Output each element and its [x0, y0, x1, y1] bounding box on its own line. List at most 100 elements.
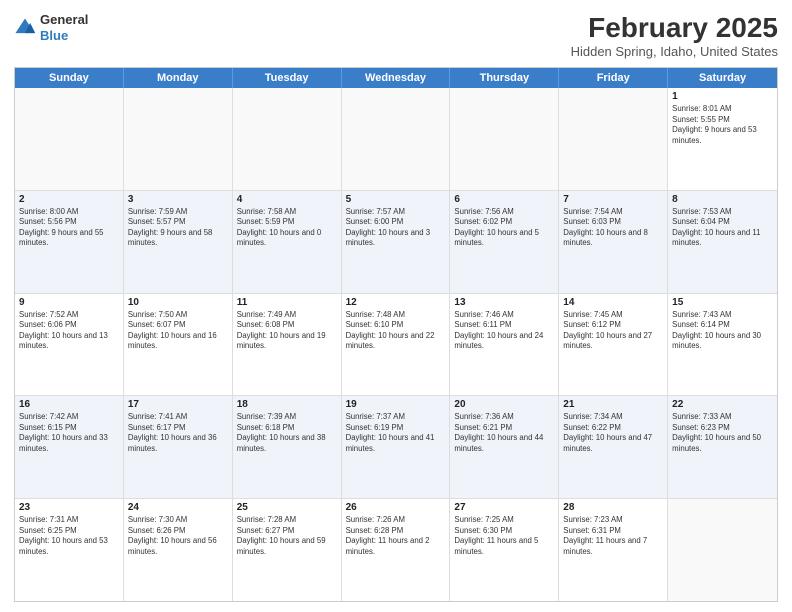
calendar-cell-r5c7 — [668, 499, 777, 601]
calendar-cell-r5c1: 23 Sunrise: 7:31 AM Sunset: 6:25 PM Dayli… — [15, 499, 124, 601]
day-number: 6 — [454, 194, 554, 205]
calendar-cell-r4c7: 22 Sunrise: 7:33 AM Sunset: 6:23 PM Dayli… — [668, 396, 777, 498]
calendar-cell-r1c7: 1 Sunrise: 8:01 AM Sunset: 5:55 PM Daylig… — [668, 88, 777, 190]
calendar-cell-r4c5: 20Sunrise: 7:36 AM Sunset: 6:21 PM Dayli… — [450, 396, 559, 498]
calendar-row-5: 23 Sunrise: 7:31 AM Sunset: 6:25 PM Dayli… — [15, 499, 777, 601]
header-day-thursday: Thursday — [450, 68, 559, 88]
calendar-cell-r4c2: 17 Sunrise: 7:41 AM Sunset: 6:17 PM Dayli… — [124, 396, 233, 498]
header-day-wednesday: Wednesday — [342, 68, 451, 88]
cell-sun-info: Sunrise: 7:53 AM Sunset: 6:04 PM Dayligh… — [672, 207, 773, 249]
calendar-cell-r2c4: 5Sunrise: 7:57 AM Sunset: 6:00 PM Daylig… — [342, 191, 451, 293]
calendar-cell-r4c3: 18 Sunrise: 7:39 AM Sunset: 6:18 PM Dayli… — [233, 396, 342, 498]
day-number: 22 — [672, 399, 773, 410]
calendar-cell-r1c3 — [233, 88, 342, 190]
calendar-cell-r2c3: 4 Sunrise: 7:58 AM Sunset: 5:59 PM Daylig… — [233, 191, 342, 293]
logo-text: General Blue — [40, 12, 88, 43]
calendar-cell-r5c4: 26 Sunrise: 7:26 AM Sunset: 6:28 PM Dayli… — [342, 499, 451, 601]
cell-sun-info: Sunrise: 7:54 AM Sunset: 6:03 PM Dayligh… — [563, 207, 663, 249]
calendar-cell-r1c6 — [559, 88, 668, 190]
calendar-cell-r3c4: 12Sunrise: 7:48 AM Sunset: 6:10 PM Dayli… — [342, 294, 451, 396]
calendar-cell-r3c7: 15Sunrise: 7:43 AM Sunset: 6:14 PM Dayli… — [668, 294, 777, 396]
day-number: 18 — [237, 399, 337, 410]
calendar-cell-r4c4: 19Sunrise: 7:37 AM Sunset: 6:19 PM Dayli… — [342, 396, 451, 498]
logo-icon — [14, 17, 36, 39]
calendar-row-2: 2 Sunrise: 8:00 AM Sunset: 5:56 PM Daylig… — [15, 191, 777, 294]
calendar-cell-r2c2: 3 Sunrise: 7:59 AM Sunset: 5:57 PM Daylig… — [124, 191, 233, 293]
cell-sun-info: Sunrise: 7:42 AM Sunset: 6:15 PM Dayligh… — [19, 412, 119, 454]
calendar-cell-r3c3: 11 Sunrise: 7:49 AM Sunset: 6:08 PM Dayli… — [233, 294, 342, 396]
header: General Blue February 2025 Hidden Spring… — [14, 12, 778, 59]
cell-sun-info: Sunrise: 7:36 AM Sunset: 6:21 PM Dayligh… — [454, 412, 554, 454]
calendar: SundayMondayTuesdayWednesdayThursdayFrid… — [14, 67, 778, 602]
logo: General Blue — [14, 12, 88, 43]
day-number: 7 — [563, 194, 663, 205]
cell-sun-info: Sunrise: 7:52 AM Sunset: 6:06 PM Dayligh… — [19, 310, 119, 352]
cell-sun-info: Sunrise: 8:01 AM Sunset: 5:55 PM Dayligh… — [672, 104, 773, 146]
header-day-tuesday: Tuesday — [233, 68, 342, 88]
calendar-cell-r4c1: 16 Sunrise: 7:42 AM Sunset: 6:15 PM Dayli… — [15, 396, 124, 498]
day-number: 17 — [128, 399, 228, 410]
day-number: 1 — [672, 91, 773, 102]
calendar-row-1: 1 Sunrise: 8:01 AM Sunset: 5:55 PM Daylig… — [15, 88, 777, 191]
header-day-sunday: Sunday — [15, 68, 124, 88]
day-number: 21 — [563, 399, 663, 410]
cell-sun-info: Sunrise: 7:23 AM Sunset: 6:31 PM Dayligh… — [563, 515, 663, 557]
cell-sun-info: Sunrise: 7:46 AM Sunset: 6:11 PM Dayligh… — [454, 310, 554, 352]
calendar-row-4: 16 Sunrise: 7:42 AM Sunset: 6:15 PM Dayli… — [15, 396, 777, 499]
calendar-cell-r1c4 — [342, 88, 451, 190]
day-number: 10 — [128, 297, 228, 308]
cell-sun-info: Sunrise: 7:33 AM Sunset: 6:23 PM Dayligh… — [672, 412, 773, 454]
cell-sun-info: Sunrise: 7:43 AM Sunset: 6:14 PM Dayligh… — [672, 310, 773, 352]
day-number: 28 — [563, 502, 663, 513]
cell-sun-info: Sunrise: 7:37 AM Sunset: 6:19 PM Dayligh… — [346, 412, 446, 454]
cell-sun-info: Sunrise: 7:28 AM Sunset: 6:27 PM Dayligh… — [237, 515, 337, 557]
day-number: 9 — [19, 297, 119, 308]
logo-general: General — [40, 12, 88, 28]
calendar-cell-r3c6: 14 Sunrise: 7:45 AM Sunset: 6:12 PM Dayli… — [559, 294, 668, 396]
calendar-cell-r5c3: 25 Sunrise: 7:28 AM Sunset: 6:27 PM Dayli… — [233, 499, 342, 601]
day-number: 25 — [237, 502, 337, 513]
header-day-monday: Monday — [124, 68, 233, 88]
day-number: 11 — [237, 297, 337, 308]
header-day-friday: Friday — [559, 68, 668, 88]
calendar-location: Hidden Spring, Idaho, United States — [571, 44, 778, 59]
calendar-cell-r2c7: 8 Sunrise: 7:53 AM Sunset: 6:04 PM Daylig… — [668, 191, 777, 293]
day-number: 16 — [19, 399, 119, 410]
calendar-cell-r2c6: 7 Sunrise: 7:54 AM Sunset: 6:03 PM Daylig… — [559, 191, 668, 293]
cell-sun-info: Sunrise: 7:41 AM Sunset: 6:17 PM Dayligh… — [128, 412, 228, 454]
calendar-header: SundayMondayTuesdayWednesdayThursdayFrid… — [15, 68, 777, 88]
calendar-row-3: 9 Sunrise: 7:52 AM Sunset: 6:06 PM Daylig… — [15, 294, 777, 397]
calendar-cell-r2c5: 6 Sunrise: 7:56 AM Sunset: 6:02 PM Daylig… — [450, 191, 559, 293]
cell-sun-info: Sunrise: 7:49 AM Sunset: 6:08 PM Dayligh… — [237, 310, 337, 352]
cell-sun-info: Sunrise: 7:31 AM Sunset: 6:25 PM Dayligh… — [19, 515, 119, 557]
calendar-cell-r1c5 — [450, 88, 559, 190]
day-number: 23 — [19, 502, 119, 513]
day-number: 8 — [672, 194, 773, 205]
calendar-cell-r5c6: 28 Sunrise: 7:23 AM Sunset: 6:31 PM Dayli… — [559, 499, 668, 601]
calendar-cell-r3c5: 13 Sunrise: 7:46 AM Sunset: 6:11 PM Dayli… — [450, 294, 559, 396]
cell-sun-info: Sunrise: 8:00 AM Sunset: 5:56 PM Dayligh… — [19, 207, 119, 249]
day-number: 2 — [19, 194, 119, 205]
cell-sun-info: Sunrise: 7:57 AM Sunset: 6:00 PM Dayligh… — [346, 207, 446, 249]
day-number: 14 — [563, 297, 663, 308]
cell-sun-info: Sunrise: 7:59 AM Sunset: 5:57 PM Dayligh… — [128, 207, 228, 249]
logo-blue: Blue — [40, 28, 88, 44]
day-number: 3 — [128, 194, 228, 205]
page: General Blue February 2025 Hidden Spring… — [0, 0, 792, 612]
calendar-cell-r1c2 — [124, 88, 233, 190]
cell-sun-info: Sunrise: 7:56 AM Sunset: 6:02 PM Dayligh… — [454, 207, 554, 249]
calendar-title: February 2025 — [571, 12, 778, 44]
cell-sun-info: Sunrise: 7:45 AM Sunset: 6:12 PM Dayligh… — [563, 310, 663, 352]
day-number: 13 — [454, 297, 554, 308]
day-number: 4 — [237, 194, 337, 205]
cell-sun-info: Sunrise: 7:30 AM Sunset: 6:26 PM Dayligh… — [128, 515, 228, 557]
day-number: 26 — [346, 502, 446, 513]
header-day-saturday: Saturday — [668, 68, 777, 88]
calendar-cell-r1c1 — [15, 88, 124, 190]
cell-sun-info: Sunrise: 7:39 AM Sunset: 6:18 PM Dayligh… — [237, 412, 337, 454]
cell-sun-info: Sunrise: 7:50 AM Sunset: 6:07 PM Dayligh… — [128, 310, 228, 352]
cell-sun-info: Sunrise: 7:58 AM Sunset: 5:59 PM Dayligh… — [237, 207, 337, 249]
cell-sun-info: Sunrise: 7:26 AM Sunset: 6:28 PM Dayligh… — [346, 515, 446, 557]
day-number: 12 — [346, 297, 446, 308]
day-number: 24 — [128, 502, 228, 513]
